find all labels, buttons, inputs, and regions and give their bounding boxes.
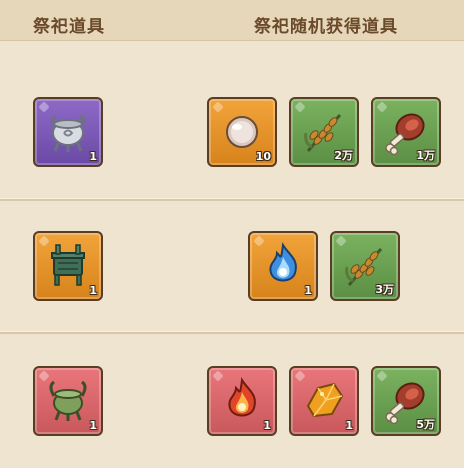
item-count: 1 xyxy=(89,419,97,432)
item-count: 2万 xyxy=(334,149,353,162)
offering-column-title: 祭祀道具 xyxy=(33,17,105,37)
red-flame-icon xyxy=(228,377,256,417)
bronze-ding-icon xyxy=(51,244,85,286)
rewards-column-title: 祭祀随机获得道具 xyxy=(254,17,398,37)
reward-item-grain[interactable]: 2万 xyxy=(289,97,359,167)
item-count: 1万 xyxy=(416,149,435,162)
blue-flame-icon xyxy=(269,242,297,282)
item-count: 1 xyxy=(304,284,312,297)
row-divider xyxy=(0,198,464,201)
item-count: 10 xyxy=(255,150,271,163)
reward-item-grain[interactable]: 3万 xyxy=(330,231,400,301)
silver-censer-icon xyxy=(50,115,86,152)
reward-item-red-flame[interactable]: 1 xyxy=(207,366,277,436)
item-count: 3万 xyxy=(375,283,394,296)
item-count: 5万 xyxy=(416,418,435,431)
table-header: 祭祀道具 祭祀随机获得道具 xyxy=(0,0,464,41)
item-count: 1 xyxy=(345,419,353,432)
item-count: 1 xyxy=(89,150,97,163)
offering-item-jade-censer[interactable]: 1 xyxy=(33,366,103,436)
amber-crystal-icon xyxy=(306,382,344,418)
item-count: 1 xyxy=(89,284,97,297)
item-count: 1 xyxy=(263,419,271,432)
jade-censer-icon xyxy=(49,380,87,421)
reward-item-meat[interactable]: 1万 xyxy=(371,97,441,167)
offering-item-bronze-ding[interactable]: 1 xyxy=(33,231,103,301)
row-divider xyxy=(0,331,464,334)
offering-item-silver-censer[interactable]: 1 xyxy=(33,97,103,167)
reward-item-amber-crystal[interactable]: 1 xyxy=(289,366,359,436)
reward-item-pearl[interactable]: 10 xyxy=(207,97,277,167)
pearl-icon xyxy=(226,116,258,148)
reward-item-blue-flame[interactable]: 1 xyxy=(248,231,318,301)
reward-item-meat[interactable]: 5万 xyxy=(371,366,441,436)
